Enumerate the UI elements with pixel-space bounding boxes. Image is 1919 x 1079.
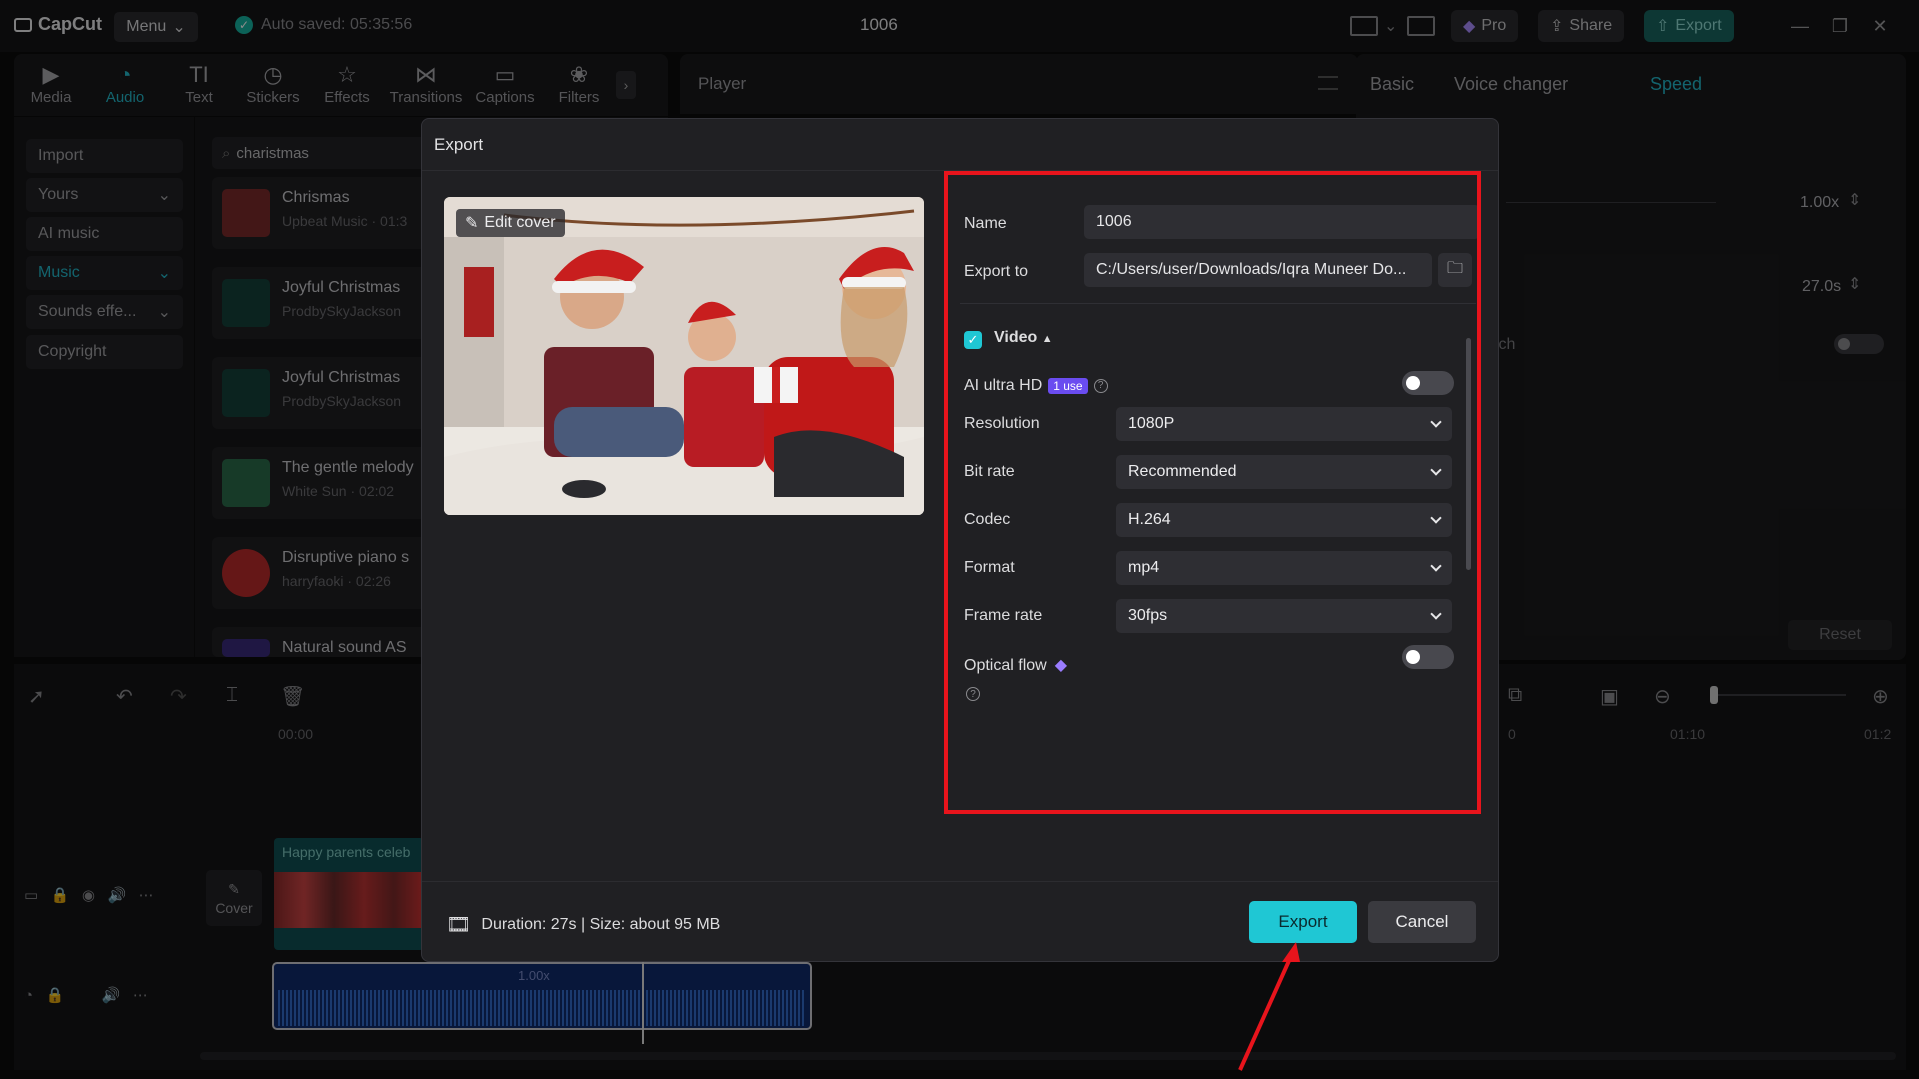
pencil-icon: ✎ [465, 215, 479, 232]
cover-image [444, 197, 924, 515]
cancel-button-label: Cancel [1395, 912, 1449, 931]
film-icon: 🎞 [446, 914, 472, 936]
export-button-label: Export [1278, 912, 1328, 931]
cancel-button[interactable]: Cancel [1368, 901, 1476, 943]
edit-cover-button[interactable]: ✎ Edit cover [456, 209, 565, 237]
export-button[interactable]: Export [1249, 901, 1357, 943]
cover-preview: ✎ Edit cover [444, 197, 924, 515]
dialog-title: Export [434, 135, 484, 154]
duration-size-text: Duration: 27s | Size: about 95 MB [481, 915, 721, 933]
dialog-footer: 🎞 Duration: 27s | Size: about 95 MB Expor… [422, 881, 1498, 963]
annotation-highlight-box [944, 171, 1481, 814]
export-summary: 🎞 Duration: 27s | Size: about 95 MB [446, 912, 720, 937]
edit-cover-label: Edit cover [484, 214, 556, 231]
annotation-arrow [1238, 942, 1300, 1071]
dialog-header: Export [422, 119, 1498, 171]
